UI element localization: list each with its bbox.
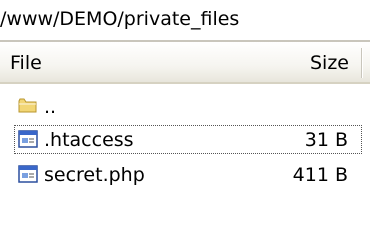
path-bar: /www/DEMO/private_files	[0, 0, 370, 42]
file-browser-panel: /www/DEMO/private_files File Size .. .ht…	[0, 0, 370, 252]
column-header: File Size	[0, 42, 370, 84]
column-divider[interactable]	[361, 48, 362, 78]
list-item-size: 31 B	[304, 129, 348, 151]
list-item-htaccess[interactable]: .htaccess 31 B	[0, 123, 370, 156]
list-item-parent-folder[interactable]: ..	[0, 90, 370, 123]
folder-icon	[18, 96, 38, 116]
current-path: /www/DEMO/private_files	[0, 8, 240, 30]
column-header-file[interactable]: File	[10, 52, 42, 74]
list-item-size: 411 B	[292, 164, 348, 186]
list-item-name: ..	[44, 96, 57, 118]
file-icon	[18, 164, 38, 184]
file-icon	[18, 129, 38, 149]
list-item-secret-php[interactable]: secret.php 411 B	[0, 158, 370, 191]
column-header-size[interactable]: Size	[310, 52, 349, 74]
list-item-name: secret.php	[44, 164, 145, 186]
list-item-name: .htaccess	[44, 129, 134, 151]
